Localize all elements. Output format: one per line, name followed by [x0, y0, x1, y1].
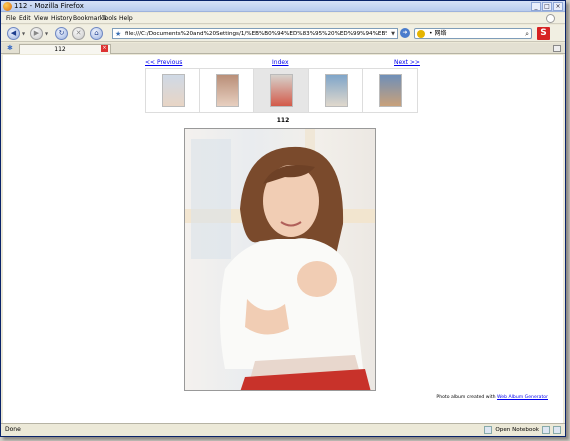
- open-notebook-label[interactable]: Open Notebook: [495, 425, 539, 435]
- search-bar[interactable]: • 网络 ⌕: [414, 28, 532, 39]
- menu-tools[interactable]: Tools: [102, 13, 117, 24]
- photo-illustration: [185, 129, 375, 390]
- page-icon: ★: [115, 30, 122, 38]
- menu-edit[interactable]: Edit: [19, 13, 31, 24]
- thumb-3[interactable]: [254, 69, 309, 112]
- status-bar: Done Open Notebook: [1, 423, 565, 436]
- thumb-1[interactable]: [146, 69, 201, 112]
- address-dropdown-icon[interactable]: ▼: [391, 29, 395, 39]
- tab-close-icon[interactable]: ×: [101, 45, 108, 52]
- thumb-4[interactable]: [308, 69, 363, 112]
- browser-window: 112 - Mozilla Firefox _ □ × File Edit Vi…: [0, 0, 566, 437]
- credit-line: Photo album created with Web Album Gener…: [436, 395, 548, 400]
- home-button[interactable]: ⌂: [90, 27, 103, 40]
- settings-icon[interactable]: [553, 426, 561, 434]
- stop-button[interactable]: ✕: [72, 27, 85, 40]
- thumb-image[interactable]: [162, 74, 185, 107]
- search-input[interactable]: • 网络: [429, 29, 446, 39]
- addon-s-button[interactable]: S: [537, 27, 550, 40]
- menu-file[interactable]: File: [6, 13, 16, 24]
- address-bar[interactable]: ★ file:///C:/Documents%20and%20Settings/…: [112, 28, 398, 39]
- firefox-icon: [3, 2, 12, 11]
- close-button[interactable]: ×: [553, 2, 563, 11]
- credit-prefix: Photo album created with: [436, 395, 496, 400]
- window-title: 112 - Mozilla Firefox: [14, 2, 84, 10]
- previous-link[interactable]: << Previous: [145, 59, 182, 66]
- tab-list-icon[interactable]: [553, 45, 561, 52]
- window-controls: _ □ ×: [531, 2, 563, 11]
- thumb-image[interactable]: [324, 74, 348, 107]
- address-url[interactable]: file:///C:/Documents%20and%20Settings/1/…: [125, 29, 387, 39]
- thumbnail-strip: [145, 68, 418, 113]
- status-right: Open Notebook: [484, 425, 561, 435]
- index-link[interactable]: Index: [272, 59, 289, 66]
- thumb-image[interactable]: [378, 74, 402, 107]
- maximize-button[interactable]: □: [542, 2, 552, 11]
- search-icon[interactable]: ⌕: [525, 29, 529, 39]
- status-icon[interactable]: [542, 426, 550, 434]
- page-content: << Previous Index Next >> 112 Photo albu…: [3, 55, 563, 423]
- navigation-toolbar: ◀ ▼ ▶ ▼ ↻ ✕ ⌂ ★ file:///C:/Documents%20a…: [1, 25, 565, 42]
- bookmark-star-icon[interactable]: ✱: [7, 44, 13, 53]
- menu-bar: File Edit View History Bookmarks Tools H…: [1, 13, 565, 24]
- back-button[interactable]: ◀: [7, 27, 20, 40]
- notebook-icon[interactable]: [484, 426, 493, 434]
- search-engine-icon[interactable]: [417, 30, 425, 38]
- credit-link[interactable]: Web Album Generator: [497, 395, 548, 400]
- thumb-5[interactable]: [362, 69, 417, 112]
- menu-view[interactable]: View: [34, 13, 48, 24]
- throbber-icon: [546, 14, 555, 23]
- forward-dropdown-icon[interactable]: ▼: [45, 31, 48, 36]
- status-text: Done: [5, 426, 21, 433]
- thumb-2[interactable]: [200, 69, 255, 112]
- minimize-button[interactable]: _: [531, 2, 541, 11]
- menu-help[interactable]: Help: [119, 13, 133, 24]
- photo-caption: 112: [276, 117, 290, 124]
- thumb-image[interactable]: [270, 74, 294, 107]
- reload-button[interactable]: ↻: [55, 27, 68, 40]
- forward-button[interactable]: ▶: [30, 27, 43, 40]
- tab-bar: ✱ 112 ×: [1, 43, 565, 54]
- go-button[interactable]: ➜: [400, 28, 410, 38]
- menu-history[interactable]: History: [51, 13, 72, 24]
- tab-112[interactable]: 112: [19, 44, 111, 54]
- back-dropdown-icon[interactable]: ▼: [22, 31, 25, 36]
- tab-label: 112: [54, 46, 66, 53]
- next-link[interactable]: Next >>: [394, 59, 420, 66]
- main-photo: [184, 128, 376, 391]
- title-bar: 112 - Mozilla Firefox _ □ ×: [1, 1, 565, 12]
- thumb-image[interactable]: [216, 74, 240, 107]
